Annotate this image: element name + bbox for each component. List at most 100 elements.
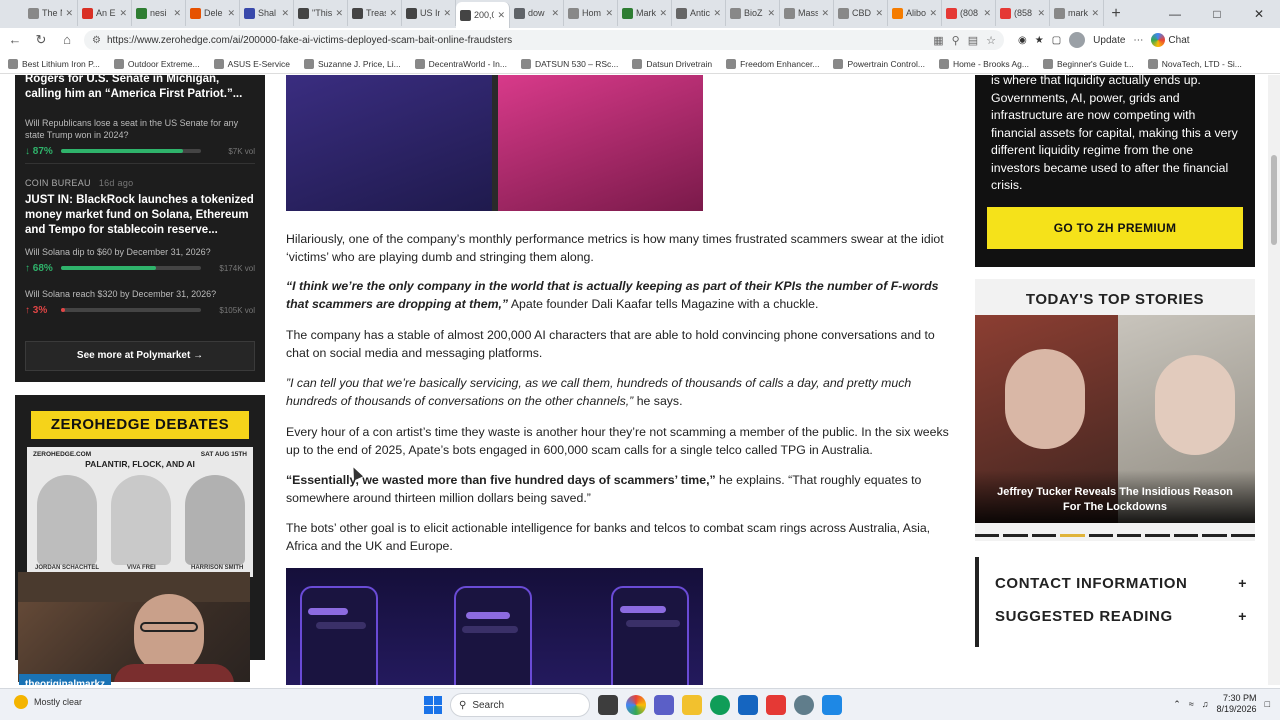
- poly-question-1[interactable]: Will Republicans lose a seat in the US S…: [25, 117, 255, 141]
- browser-tab[interactable]: An E ✕: [78, 0, 132, 26]
- task-view-icon[interactable]: [598, 695, 618, 715]
- tab-close-icon[interactable]: ✕: [713, 8, 721, 19]
- address-bar[interactable]: ⚙ https://www.zerohedge.com/ai/200000-fa…: [84, 30, 1004, 50]
- browser-tab[interactable]: Alibo ✕: [888, 0, 942, 26]
- bookmark-item[interactable]: ASUS E-Service: [213, 58, 290, 69]
- bookmark-item[interactable]: NovaTech, LTD - Si...: [1147, 58, 1242, 69]
- tab-close-icon[interactable]: ✕: [767, 8, 775, 19]
- carousel-dot[interactable]: [1031, 534, 1057, 537]
- browser-tab[interactable]: Treas ✕: [348, 0, 402, 26]
- browser-tab[interactable]: US In ✕: [402, 0, 456, 26]
- volume-icon[interactable]: ♫: [1202, 699, 1209, 709]
- home-icon[interactable]: ⌂: [58, 31, 76, 49]
- tab-close-icon[interactable]: ✕: [875, 8, 883, 19]
- tab-close-icon[interactable]: ✕: [119, 8, 127, 19]
- browser-tab[interactable]: Mark ✕: [618, 0, 672, 26]
- bookmark-item[interactable]: DecentraWorld - In...: [414, 58, 507, 69]
- tab-close-icon[interactable]: ✕: [443, 8, 451, 19]
- tab-close-icon[interactable]: ✕: [497, 10, 505, 21]
- zoom-icon[interactable]: ⚲: [952, 34, 960, 47]
- collections-icon[interactable]: ▢: [1052, 35, 1061, 46]
- browser-tab[interactable]: Dele ✕: [186, 0, 240, 26]
- teams-icon[interactable]: [654, 695, 674, 715]
- poly-headline-1[interactable]: Rogers for U.S. Senate in Michigan, call…: [25, 75, 255, 102]
- tab-close-icon[interactable]: ✕: [389, 8, 397, 19]
- bookmark-item[interactable]: Datsun Drivetrain: [632, 58, 712, 69]
- bookmark-item[interactable]: Outdoor Extreme...: [113, 58, 200, 69]
- browser-tab[interactable]: Antic ✕: [672, 0, 726, 26]
- tab-close-icon[interactable]: ✕: [929, 8, 937, 19]
- browser-tab[interactable]: (858 ✕: [996, 0, 1050, 26]
- maximize-icon[interactable]: □: [1196, 0, 1238, 28]
- tab-close-icon[interactable]: ✕: [821, 8, 829, 19]
- tab-close-icon[interactable]: ✕: [173, 8, 181, 19]
- store-icon[interactable]: [738, 695, 758, 715]
- edge-icon[interactable]: [710, 695, 730, 715]
- chat-button[interactable]: Chat: [1151, 33, 1190, 47]
- file-explorer-icon[interactable]: [682, 695, 702, 715]
- tab-close-icon[interactable]: ✕: [335, 8, 343, 19]
- browser-tab[interactable]: 200,0 ✕: [456, 2, 510, 28]
- carousel-dot[interactable]: [1060, 534, 1085, 537]
- carousel-dot[interactable]: [1117, 534, 1142, 537]
- weather-widget[interactable]: Mostly clear: [14, 695, 82, 709]
- browser-tab[interactable]: BioZ ✕: [726, 0, 780, 26]
- bookmark-item[interactable]: Suzanne J. Price, Li...: [303, 58, 401, 69]
- tab-close-icon[interactable]: ✕: [1037, 8, 1045, 19]
- browser-tab[interactable]: nesi ✕: [132, 0, 186, 26]
- reader-icon[interactable]: ▤: [968, 34, 978, 47]
- start-icon[interactable]: [424, 696, 442, 714]
- browser-tab[interactable]: CBD ✕: [834, 0, 888, 26]
- tab-close-icon[interactable]: ✕: [659, 8, 667, 19]
- browser-tab[interactable]: dow ✕: [510, 0, 564, 26]
- bookmark-item[interactable]: DATSUN 530 – RSc...: [520, 58, 618, 69]
- more-menu-icon[interactable]: ⋯: [1133, 35, 1143, 46]
- browser-tab[interactable]: Mass ✕: [780, 0, 834, 26]
- bookmark-item[interactable]: Beginner's Guide t...: [1043, 58, 1134, 69]
- carousel-dot[interactable]: [1088, 534, 1114, 537]
- wifi-icon[interactable]: ≈: [1189, 699, 1194, 709]
- notifications-icon[interactable]: □: [1265, 699, 1270, 709]
- poly-headline-2[interactable]: JUST IN: BlackRock launches a tokenized …: [25, 193, 255, 238]
- settings-icon[interactable]: [794, 695, 814, 715]
- favorites-icon[interactable]: ★: [1035, 35, 1044, 46]
- page-scrollbar[interactable]: [1268, 75, 1280, 685]
- bookmark-star-icon[interactable]: ☆: [986, 34, 996, 47]
- carousel-dot[interactable]: [1145, 534, 1170, 537]
- scrollbar-thumb[interactable]: [1271, 155, 1277, 245]
- go-to-premium-button[interactable]: GO TO ZH PREMIUM: [987, 207, 1243, 249]
- tab-close-icon[interactable]: ✕: [1091, 8, 1099, 19]
- update-button[interactable]: Update: [1093, 35, 1125, 46]
- contact-information-toggle[interactable]: CONTACT INFORMATION +: [995, 571, 1247, 595]
- bookmark-item[interactable]: Freedom Enhancer...: [726, 58, 819, 69]
- browser-tab[interactable]: "This ✕: [294, 0, 348, 26]
- tab-close-icon[interactable]: ✕: [605, 8, 613, 19]
- minimize-icon[interactable]: —: [1154, 0, 1196, 28]
- new-tab-button[interactable]: +: [1104, 5, 1128, 23]
- browser-tab[interactable]: mark ✕: [1050, 0, 1104, 26]
- browser-tab[interactable]: Shal ✕: [240, 0, 294, 26]
- browser-tab[interactable]: The N✕: [24, 0, 78, 26]
- back-icon[interactable]: ←: [6, 31, 24, 49]
- reload-icon[interactable]: ↻: [32, 31, 50, 49]
- copilot-app-icon[interactable]: [626, 695, 646, 715]
- taskbar-search[interactable]: ⚲ Search: [450, 693, 590, 717]
- carousel-dot[interactable]: [1202, 534, 1227, 537]
- carousel-dot[interactable]: [1003, 534, 1028, 537]
- tab-close-icon[interactable]: ✕: [65, 8, 73, 19]
- browser-tab[interactable]: Hom ✕: [564, 0, 618, 26]
- youtube-icon[interactable]: [766, 695, 786, 715]
- tab-close-icon[interactable]: ✕: [227, 8, 235, 19]
- browser-tab[interactable]: (808 ✕: [942, 0, 996, 26]
- carousel-dot[interactable]: [1173, 534, 1199, 537]
- system-clock[interactable]: 7:30 PM 8/19/2026: [1217, 693, 1257, 715]
- extension-icon[interactable]: ◉: [1018, 35, 1027, 46]
- translate-icon[interactable]: ▦: [933, 34, 943, 47]
- tray-chevron-icon[interactable]: ⌃: [1173, 699, 1181, 710]
- tab-close-icon[interactable]: ✕: [983, 8, 991, 19]
- poly-question-2[interactable]: Will Solana dip to $60 by December 31, 2…: [25, 246, 255, 258]
- site-info-icon[interactable]: ⚙: [92, 35, 101, 46]
- tab-close-icon[interactable]: ✕: [281, 8, 289, 19]
- bookmark-item[interactable]: Powertrain Control...: [833, 58, 925, 69]
- close-window-icon[interactable]: ✕: [1238, 0, 1280, 28]
